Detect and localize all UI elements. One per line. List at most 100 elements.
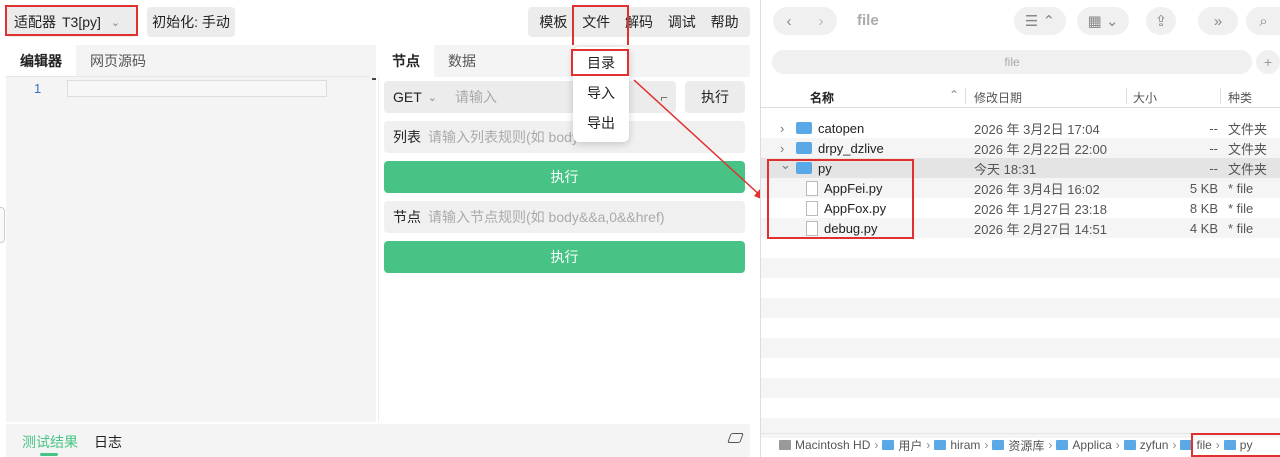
tab-node[interactable]: 节点 <box>378 45 434 77</box>
tab-log[interactable]: 日志 <box>94 432 122 452</box>
path-separator: › <box>874 438 879 452</box>
add-tab-button[interactable]: + <box>1256 50 1280 74</box>
init-mode-label: 初始化: 手动 <box>152 14 230 30</box>
chevron-down-icon: ⌄ <box>427 91 437 104</box>
menu-debug[interactable]: 调试 <box>660 12 703 32</box>
file-row[interactable]: ⌄ py 今天 18:31 -- 文件夹 <box>761 157 1280 178</box>
adapter-select[interactable]: 适配器 T3[py] ⌄ <box>6 7 137 37</box>
file-row[interactable]: debug.py 2026 年 2月27日 14:51 4 KB * file <box>761 218 1280 238</box>
url-input[interactable]: 请输入 <box>455 87 497 107</box>
list-rule-input[interactable]: 请输入列表规则(如 body <box>428 127 579 147</box>
file-size: 5 KB <box>1189 180 1218 196</box>
back-button[interactable]: ‹ › <box>773 7 837 35</box>
menu-template[interactable]: 模板 <box>532 12 575 32</box>
path-tab-label: file <box>1004 55 1020 69</box>
list-view-button[interactable]: ☰ ⌃ <box>1014 7 1066 35</box>
path-item[interactable]: hiram <box>950 438 980 452</box>
file-icon <box>806 200 818 216</box>
path-item[interactable]: 资源库 <box>1008 437 1044 454</box>
chevron-right-icon: › <box>818 12 824 30</box>
list-stripe <box>761 238 1280 258</box>
tab-editor[interactable]: 编辑器 <box>6 45 76 77</box>
list-icon: ☰ ⌃ <box>1024 13 1056 30</box>
tab-test-result[interactable]: 测试结果 <box>22 432 78 452</box>
path-separator: › <box>1172 438 1177 452</box>
chevron-down-icon[interactable]: ⌄ <box>780 157 791 173</box>
node-exec-button[interactable]: 执行 <box>384 241 745 273</box>
file-kind: * file <box>1228 180 1254 196</box>
editor-scroll-marker <box>372 78 376 80</box>
file-row[interactable]: › catopen 2026 年 3月2日 17:04 -- 文件夹 <box>761 118 1280 138</box>
column-date[interactable]: 修改日期 <box>974 89 1022 106</box>
file-name-cell: › catopen <box>780 121 864 136</box>
adapter-app-window: 适配器 T3[py] ⌄ 初始化: 手动 模板 文件 解码 调试 帮助 编辑器 … <box>0 0 760 457</box>
more-button[interactable]: » <box>1198 7 1238 35</box>
chevron-right-icon[interactable]: › <box>780 141 790 156</box>
menu-item-directory[interactable]: 目录 <box>573 48 629 78</box>
list-stripe <box>761 378 1280 398</box>
sort-chevron-icon: ⌃ <box>949 88 960 102</box>
file-date: 2026 年 2月27日 14:51 <box>974 221 1107 237</box>
file-kind: 文件夹 <box>1228 121 1268 137</box>
list-label: 列表 <box>393 129 421 145</box>
path-item[interactable]: file <box>1196 438 1211 452</box>
file-row[interactable]: › drpy_dzlive 2026 年 2月22日 22:00 -- 文件夹 <box>761 138 1280 158</box>
request-url-field: GET ⌄ 请输入 ⌐ <box>384 81 676 113</box>
file-row[interactable]: AppFox.py 2026 年 1月27日 23:18 8 KB * file <box>761 198 1280 218</box>
menu-file[interactable]: 文件 <box>575 12 618 32</box>
path-tab-bar[interactable]: file <box>772 50 1252 74</box>
file-name: py <box>818 160 832 176</box>
editor-panel <box>6 45 376 422</box>
path-separator: › <box>1048 438 1053 452</box>
file-date: 今天 18:31 <box>974 161 1037 177</box>
path-item[interactable]: py <box>1240 438 1253 452</box>
method-select[interactable]: GET <box>393 89 422 105</box>
code-line-input[interactable] <box>67 80 327 97</box>
column-kind[interactable]: 种类 <box>1228 89 1252 106</box>
folder-icon <box>796 162 812 174</box>
node-rule-input[interactable]: 请输入节点规则(如 body&&a,0&&href) <box>428 207 665 227</box>
share-button[interactable]: ⇪ <box>1146 7 1176 35</box>
path-separator: › <box>984 438 989 452</box>
file-name: debug.py <box>824 220 878 236</box>
exec-request-button[interactable]: 执行 <box>685 81 745 113</box>
bracket-icon: ⌐ <box>660 89 668 105</box>
file-name-cell: AppFox.py <box>806 200 886 216</box>
menu-item-import[interactable]: 导入 <box>573 78 629 108</box>
file-date: 2026 年 2月22日 22:00 <box>974 141 1107 157</box>
file-size: -- <box>1209 140 1218 156</box>
file-row[interactable]: AppFei.py 2026 年 3月4日 16:02 5 KB * file <box>761 178 1280 198</box>
exec-request-label: 执行 <box>701 89 729 105</box>
file-size: -- <box>1209 160 1218 176</box>
file-name: drpy_dzlive <box>818 140 884 156</box>
path-item[interactable]: 用户 <box>898 437 922 454</box>
file-date: 2026 年 3月4日 16:02 <box>974 181 1100 197</box>
search-button[interactable]: ⌕ <box>1246 7 1280 35</box>
path-item[interactable]: Macintosh HD <box>795 438 870 452</box>
file-date: 2026 年 3月2日 17:04 <box>974 121 1100 137</box>
list-exec-button[interactable]: 执行 <box>384 161 745 193</box>
file-size: -- <box>1209 120 1218 136</box>
side-handle[interactable] <box>0 207 5 243</box>
path-bar: Macintosh HD › 用户 › hiram › 资源库 › Applica › zyfun ›… <box>779 435 1252 455</box>
tab-page-source[interactable]: 网页源码 <box>76 45 160 77</box>
path-separator: › <box>1215 438 1220 452</box>
file-icon <box>806 180 818 196</box>
column-name[interactable]: 名称 <box>810 89 834 106</box>
file-dropdown-menu: 目录 导入 导出 <box>573 47 629 142</box>
column-size[interactable]: 大小 <box>1133 89 1157 106</box>
group-button[interactable]: ▦ ⌄ <box>1077 7 1129 35</box>
chevron-right-icon[interactable]: › <box>780 121 790 136</box>
node-tabs: 节点 数据 <box>378 45 750 77</box>
path-item[interactable]: Applica <box>1072 438 1111 452</box>
folder-icon <box>1223 440 1236 450</box>
top-menu-bar: 模板 文件 解码 调试 帮助 <box>528 7 750 37</box>
path-item[interactable]: zyfun <box>1140 438 1169 452</box>
grid-icon: ▦ ⌄ <box>1087 13 1119 30</box>
init-mode-button[interactable]: 初始化: 手动 <box>147 7 235 37</box>
menu-item-export[interactable]: 导出 <box>573 108 629 138</box>
menu-decode[interactable]: 解码 <box>618 12 661 32</box>
list-stripe <box>761 318 1280 338</box>
menu-help[interactable]: 帮助 <box>703 12 746 32</box>
tab-data[interactable]: 数据 <box>434 45 490 77</box>
